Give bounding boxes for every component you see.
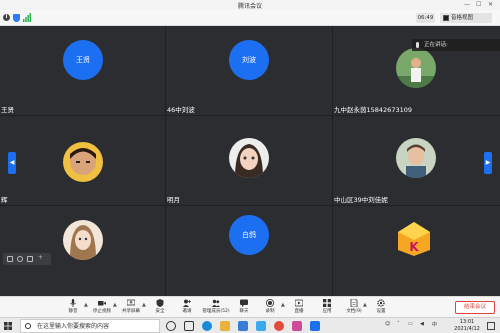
document-icon xyxy=(350,299,358,307)
speaking-label: 正在讲话: xyxy=(424,42,448,48)
taskbar-search-input[interactable]: 在这里输入你要搜索的内容 xyxy=(20,319,160,333)
avatar: 刘波 xyxy=(229,40,269,80)
network-icon[interactable]: ▭ xyxy=(408,321,413,327)
participant-name: 明月 xyxy=(167,196,180,204)
view-mode-button[interactable]: 音格视图 xyxy=(440,13,492,23)
tencent-meeting-icon[interactable] xyxy=(310,321,320,331)
cortana-icon[interactable] xyxy=(166,321,176,331)
mic-icon xyxy=(416,42,419,48)
video-tile[interactable]: 王贤 王贤 xyxy=(0,26,165,115)
volume-icon[interactable]: ◀ xyxy=(420,321,424,327)
user-icon[interactable]: ☺ xyxy=(385,321,390,327)
chat-icon[interactable] xyxy=(27,256,33,262)
mail-icon[interactable] xyxy=(256,321,266,331)
media-app-icon[interactable] xyxy=(274,321,284,331)
file-explorer-icon[interactable] xyxy=(220,321,230,331)
video-tile[interactable]: 白鸽 xyxy=(166,206,332,296)
chat-icon xyxy=(240,299,248,307)
video-tile[interactable]: 中山区39中刘佳妮 xyxy=(333,116,500,205)
avatar xyxy=(229,138,269,178)
live-stream-button[interactable]: 直播 xyxy=(284,298,314,317)
system-clock[interactable]: 13:01 2021/4/12 xyxy=(452,319,482,333)
info-icon[interactable]: i xyxy=(3,14,10,21)
video-tile[interactable] xyxy=(0,206,165,296)
add-user-icon xyxy=(183,299,191,307)
video-tile[interactable]: K xyxy=(333,206,500,296)
manage-members-button[interactable]: 管理成员(52) xyxy=(201,298,231,317)
apps-button[interactable]: 应用 xyxy=(312,298,342,317)
meeting-info-bar: i 06:49 音格视图 xyxy=(0,10,500,26)
video-tile[interactable]: 辉 xyxy=(0,116,165,205)
avatar xyxy=(396,138,436,178)
video-grid: 王贤 王贤 刘波 46中刘波 九中赵永茵15842673109 辉 明月 中山区… xyxy=(0,26,500,296)
edge-browser-icon[interactable] xyxy=(202,321,212,331)
grid-view-icon xyxy=(443,15,449,21)
shield-icon[interactable] xyxy=(13,14,20,22)
apps-icon xyxy=(323,299,331,307)
gear-icon xyxy=(377,299,385,307)
avatar: 王贤 xyxy=(63,40,103,80)
security-button[interactable]: 安全 xyxy=(145,298,175,317)
search-icon xyxy=(25,323,31,329)
invite-button[interactable]: 邀请 xyxy=(172,298,202,317)
input-language[interactable]: 中 xyxy=(432,321,437,328)
chevron-up-icon[interactable]: ˄ xyxy=(397,321,400,327)
task-view-icon[interactable] xyxy=(184,321,194,331)
store-icon[interactable] xyxy=(238,321,248,331)
meeting-timer: 06:49 xyxy=(416,13,435,23)
avatar xyxy=(63,220,103,260)
meeting-toolbar: 静音 ▲ 停止视频 ▲ 共享屏幕 ▲ 安全 邀请 管理成员(52) 聊天 录制 … xyxy=(0,296,500,317)
svg-text:K: K xyxy=(409,240,419,254)
avatar xyxy=(63,142,103,182)
shield-icon xyxy=(156,299,164,307)
participant-name: 王贤 xyxy=(1,106,14,114)
settings-button[interactable]: 设置 xyxy=(366,298,396,317)
members-icon xyxy=(212,299,220,307)
clock-time: 13:01 xyxy=(459,319,475,325)
end-meeting-button[interactable]: 结束会议 xyxy=(455,301,495,314)
title-bar: 腾讯会议 — ☐ ✕ xyxy=(0,0,500,10)
add-icon[interactable]: + xyxy=(38,254,44,261)
record-icon xyxy=(266,299,274,307)
live-icon xyxy=(295,299,303,307)
floating-tools: + xyxy=(3,253,51,265)
minimize-icon[interactable]: — xyxy=(464,1,470,8)
next-page-button[interactable]: ▶ xyxy=(484,152,492,174)
video-tile[interactable]: 明月 xyxy=(166,116,332,205)
participant-name: 九中赵永茵15842673109 xyxy=(334,106,412,114)
maximize-icon[interactable]: ☐ xyxy=(476,1,481,8)
participant-name: 46中刘波 xyxy=(167,106,195,114)
screen-share-icon xyxy=(127,299,135,306)
previous-page-button[interactable]: ◀ xyxy=(8,152,16,174)
participant-name: 中山区39中刘佳妮 xyxy=(334,196,388,204)
view-mode-label: 音格视图 xyxy=(451,15,474,21)
video-camera-icon xyxy=(98,301,106,306)
clock-date: 2021/4/12 xyxy=(454,326,480,332)
participant-name: 辉 xyxy=(1,196,8,204)
pink-app-icon[interactable] xyxy=(292,321,302,331)
app-logo-avatar: K xyxy=(394,218,434,258)
os-taskbar: 在这里输入你要搜索的内容 ☺ ˄ ▭ ◀ 中 13:01 2021/4/12 xyxy=(0,317,500,333)
microphone-icon xyxy=(70,299,76,307)
camera-icon[interactable] xyxy=(17,256,23,262)
grid-icon[interactable] xyxy=(7,256,13,262)
window-title: 腾讯会议 xyxy=(237,3,262,10)
video-tile[interactable]: 刘波 46中刘波 xyxy=(166,26,332,115)
notification-icon[interactable] xyxy=(487,322,495,330)
speaking-indicator: 正在讲话: xyxy=(412,39,500,51)
windows-start-icon[interactable] xyxy=(4,322,12,330)
close-icon[interactable]: ✕ xyxy=(488,1,493,8)
signal-icon[interactable] xyxy=(23,13,31,22)
avatar: 白鸽 xyxy=(229,215,269,255)
avatar xyxy=(396,48,436,88)
